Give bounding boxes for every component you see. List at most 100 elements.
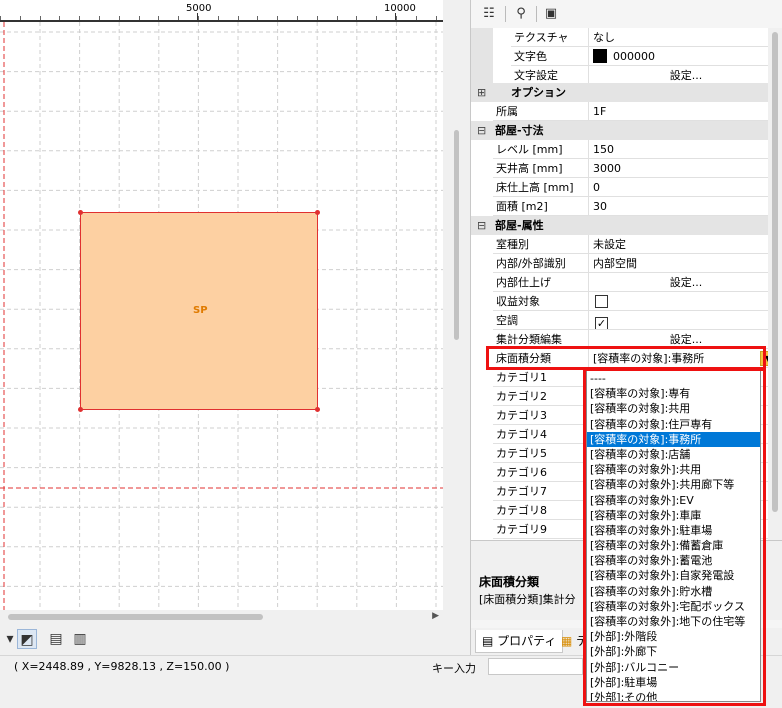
property-value[interactable]: 未設定 — [589, 235, 782, 254]
property-row-air-conditioning[interactable]: 空調 ✓ — [471, 311, 782, 330]
property-value[interactable] — [589, 292, 782, 311]
property-key: 内部/外部識別 — [493, 254, 589, 273]
view-toolbar: ▾ ◩ ▤ ▥ — [0, 624, 470, 654]
category-option[interactable]: ⊞ オプション — [471, 83, 782, 102]
ruler-minor-tick — [118, 16, 120, 20]
row-gutter — [471, 406, 493, 425]
property-value[interactable]: 内部空間 — [589, 254, 782, 273]
snap-grid-icon[interactable]: ◩ — [17, 629, 37, 649]
property-key: カテゴリ6 — [493, 463, 589, 482]
tab-label: プロパティ — [497, 634, 557, 648]
property-value[interactable]: 150 — [589, 140, 782, 159]
layer-settings-icon[interactable]: ▥ — [70, 629, 90, 649]
property-row-area[interactable]: 面積 [m2] 30 — [471, 197, 782, 216]
key-input-field[interactable] — [488, 658, 583, 675]
property-key: カテゴリ2 — [493, 387, 589, 406]
row-gutter — [471, 311, 493, 330]
property-key: カテゴリ1 — [493, 368, 589, 387]
property-key: カテゴリ7 — [493, 482, 589, 501]
ruler-minor-tick — [376, 16, 378, 20]
property-value[interactable]: 0 — [589, 178, 782, 197]
ruler-minor-tick — [297, 16, 298, 20]
property-key: 面積 [m2] — [493, 197, 589, 216]
collapse-icon[interactable]: ⊟ — [477, 216, 486, 235]
scroll-thumb[interactable] — [8, 614, 263, 620]
corner-handle[interactable] — [78, 407, 83, 412]
canvas-horizontal-scrollbar[interactable]: ▶ — [0, 610, 443, 624]
categorized-view-icon[interactable]: ☷ — [479, 4, 499, 24]
row-gutter — [471, 520, 493, 539]
ruler-label-10000: 10000 — [384, 3, 416, 14]
scroll-thumb[interactable] — [454, 130, 459, 340]
row-gutter — [471, 235, 493, 254]
description-title: 床面積分類 — [479, 575, 540, 589]
property-value[interactable]: なし — [589, 28, 782, 47]
property-key: テクスチャ — [511, 28, 589, 47]
ruler-minor-tick — [415, 16, 417, 20]
settings-button[interactable]: 設定... — [589, 273, 782, 292]
property-row-room-type[interactable]: 室種別 未設定 — [471, 235, 782, 254]
scroll-thumb[interactable] — [772, 32, 778, 512]
ruler-minor-tick — [19, 16, 21, 20]
property-row-revenue[interactable]: 収益対象 — [471, 292, 782, 311]
property-row-level[interactable]: レベル [mm] 150 — [471, 140, 782, 159]
property-value[interactable]: 000000 — [589, 47, 782, 66]
ruler-minor-tick — [336, 16, 338, 20]
category-room-attributes[interactable]: ⊟ 部屋-属性 — [471, 216, 782, 235]
row-gutter — [471, 368, 493, 387]
property-value[interactable]: ✓ — [589, 311, 782, 330]
ruler-minor-tick — [138, 16, 140, 20]
tab-properties[interactable]: ▤ プロパティ — [475, 630, 564, 653]
cursor-coordinates: ( X=2448.89 , Y=9828.13 , Z=150.00 ) — [14, 660, 230, 673]
row-gutter — [471, 28, 493, 47]
property-row-interior-finish[interactable]: 内部仕上げ 設定... — [471, 273, 782, 292]
ruler-minor-tick — [99, 16, 100, 20]
expand-icon[interactable]: ⊞ — [477, 83, 486, 102]
row-gutter — [471, 254, 493, 273]
property-value[interactable]: 3000 — [589, 159, 782, 178]
property-key: 室種別 — [493, 235, 589, 254]
property-row-ceiling-height[interactable]: 天井高 [mm] 3000 — [471, 159, 782, 178]
property-key: 内部仕上げ — [493, 273, 589, 292]
color-swatch — [593, 49, 607, 63]
row-gutter — [471, 159, 493, 178]
property-key: 床仕上高 [mm] — [493, 178, 589, 197]
collapse-icon[interactable]: ⊟ — [477, 121, 486, 140]
property-key: カテゴリ8 — [493, 501, 589, 520]
selection-highlight — [486, 346, 766, 370]
row-gutter — [471, 292, 493, 311]
toolbar-separator — [505, 6, 506, 22]
property-row-floor-finish-height[interactable]: 床仕上高 [mm] 0 — [471, 178, 782, 197]
category-room-dimensions[interactable]: ⊟ 部屋-寸法 — [471, 121, 782, 140]
layer-icon[interactable]: ▤ — [46, 629, 66, 649]
canvas-vertical-scrollbar[interactable] — [449, 0, 465, 620]
property-row-belong[interactable]: 所属 1F — [471, 102, 782, 121]
property-row-inside-outside[interactable]: 内部/外部識別 内部空間 — [471, 254, 782, 273]
corner-handle[interactable] — [315, 407, 320, 412]
panel-toolbar: ☷ ⚲ ▣ — [471, 0, 782, 28]
corner-handle[interactable] — [78, 210, 83, 215]
property-key: カテゴリ4 — [493, 425, 589, 444]
revenue-checkbox[interactable] — [595, 295, 608, 308]
air-conditioning-checkbox[interactable]: ✓ — [595, 317, 608, 329]
corner-handle[interactable] — [315, 210, 320, 215]
property-key: 天井高 [mm] — [493, 159, 589, 178]
property-pages-icon[interactable]: ▣ — [541, 4, 561, 24]
ruler-minor-tick — [356, 16, 358, 20]
row-gutter — [471, 482, 493, 501]
drawing-canvas[interactable]: 5000 10000 SP — [0, 0, 443, 610]
properties-tab-icon: ▤ — [482, 634, 498, 648]
category-title: オプション — [511, 86, 566, 99]
ruler-minor-tick — [198, 16, 199, 20]
panel-vertical-scrollbar[interactable] — [768, 28, 782, 540]
ruler-minor-tick — [79, 16, 81, 20]
room-shape[interactable]: SP — [78, 210, 320, 412]
row-gutter — [471, 273, 493, 292]
property-value[interactable]: 1F — [589, 102, 782, 121]
scroll-right-icon[interactable]: ▶ — [432, 611, 439, 621]
filter-icon[interactable]: ⚲ — [511, 4, 531, 24]
ruler-minor-tick — [316, 16, 318, 20]
property-value[interactable]: 30 — [589, 197, 782, 216]
property-row-texture[interactable]: テクスチャ なし — [471, 28, 782, 47]
property-row-text-color[interactable]: 文字色 000000 — [471, 47, 782, 66]
